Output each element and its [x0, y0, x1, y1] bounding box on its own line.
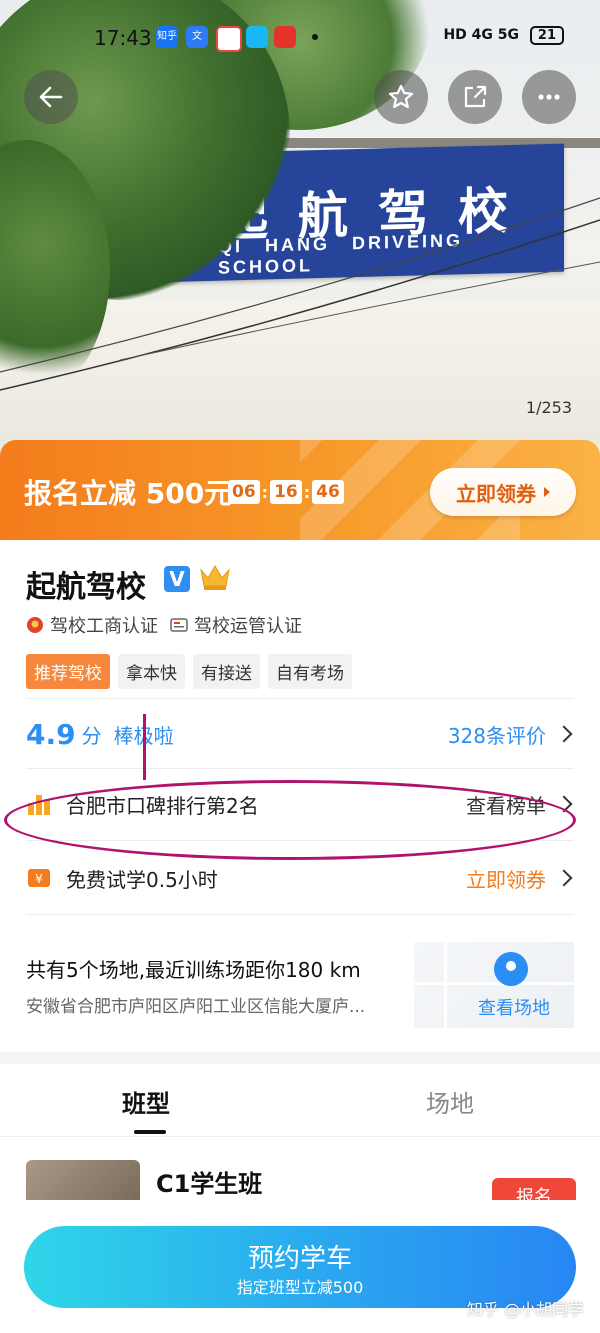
qq-app-icon [246, 26, 268, 48]
back-button[interactable] [24, 70, 78, 124]
course-name: C1学生班 [156, 1170, 263, 1198]
countdown-timer: 06 : 16 : 46 [228, 480, 344, 504]
coupon-icon: ¥ [28, 869, 50, 887]
divider [26, 768, 574, 769]
timer-minutes: 16 [270, 480, 302, 504]
status-bar: 17:43 知乎 文 HD 4G 5G 21 [0, 0, 600, 70]
battery-icon: 21 [529, 26, 564, 45]
book-lesson-sublabel: 指定班型立减500 [236, 1278, 364, 1297]
book-lesson-label: 预约学车 [247, 1244, 352, 1274]
annotation-line [143, 714, 146, 780]
claim-coupon-button[interactable]: 立即领券 [430, 468, 576, 516]
rating-row[interactable]: 4.9 分 棒极啦 328条评价 [26, 714, 574, 754]
app-icon: 文 [186, 26, 208, 48]
annotation-ellipse [4, 780, 576, 860]
venue-address: 安徽省合肥市庐阳区庐阳工业区信能大厦庐... [26, 997, 366, 1017]
status-time: 17:43 [94, 26, 152, 50]
share-button[interactable] [448, 70, 502, 124]
tag-fast-license: 拿本快 [118, 654, 185, 689]
transport-cert: 驾校运管认证 [170, 612, 302, 638]
claim-trial-link[interactable]: 立即领券 [466, 858, 574, 898]
arrow-left-icon [39, 86, 63, 108]
venue-section[interactable]: 共有5个场地,最近训练场距你180 km 安徽省合肥市庐阳区庐阳工业区信能大厦庐… [26, 942, 574, 1028]
emblem-icon [27, 617, 43, 633]
more-icon [538, 94, 560, 100]
favorite-button[interactable] [374, 70, 428, 124]
watermark: 知乎 @小胡同学 [466, 1300, 584, 1319]
business-cert: 驾校工商认证 [26, 612, 158, 638]
promo-prefix: 报名立减 [24, 477, 137, 510]
school-tags: 推荐驾校 拿本快 有接送 自有考场 [26, 654, 360, 689]
tag-pickup: 有接送 [193, 654, 260, 689]
browser-app-icon [216, 26, 242, 52]
zhihu-app-icon: 知乎 [156, 26, 178, 48]
section-gap [0, 1052, 600, 1064]
more-button[interactable] [522, 70, 576, 124]
reviews-count: 328条评价 [447, 723, 546, 748]
timer-hours: 06 [228, 480, 260, 504]
hero-photo[interactable]: 起航驾校 QI HANG DRIVEING SCHOOL 17:43 知乎 文 … [0, 0, 600, 460]
reviews-link[interactable]: 328条评价 [448, 714, 574, 754]
business-cert-label: 驾校工商认证 [50, 616, 158, 637]
music-app-icon [274, 26, 296, 48]
star-icon [388, 84, 414, 109]
rating-score: 4.9 [26, 717, 76, 751]
tab-venues[interactable]: 场地 [426, 1084, 474, 1119]
status-indicators: HD 4G 5G 21 [443, 26, 564, 45]
svg-text:¥: ¥ [35, 872, 43, 886]
view-venues-link[interactable]: 查看场地 [478, 994, 550, 1020]
caret-right-icon [544, 487, 550, 497]
tab-class-types[interactable]: 班型 [122, 1084, 170, 1119]
school-name: 起航驾校 [26, 570, 146, 605]
tag-own-test-site: 自有考场 [268, 654, 352, 689]
certificate-icon [170, 618, 188, 632]
verified-icon: V [164, 566, 190, 592]
timer-seconds: 46 [312, 480, 344, 504]
claim-coupon-label: 立即领券 [456, 481, 536, 506]
free-trial-row[interactable]: ¥ 免费试学0.5小时 立即领券 [26, 858, 574, 898]
certifications: 驾校工商认证 驾校运管认证 [26, 612, 314, 638]
share-icon [464, 85, 487, 108]
transport-cert-label: 驾校运管认证 [194, 616, 302, 637]
tab-bar: 班型 场地 [0, 1064, 600, 1137]
notification-dot [312, 34, 318, 40]
chevron-right-icon [555, 725, 573, 743]
venue-summary: 共有5个场地,最近训练场距你180 km [26, 958, 361, 982]
divider [26, 698, 574, 699]
rating-unit: 分 [81, 723, 102, 748]
location-pin-icon [494, 952, 528, 986]
crown-icon [200, 565, 230, 590]
claim-trial-label: 立即领券 [466, 867, 546, 892]
network-indicators: HD 4G 5G [443, 27, 520, 43]
chevron-right-icon [555, 869, 573, 887]
free-trial-text: 免费试学0.5小时 [66, 867, 218, 892]
photo-counter: 1/253 [525, 398, 572, 417]
promo-amount: 500元 [145, 477, 233, 510]
promo-title: 报名立减 500元 [24, 472, 232, 512]
promo-banner[interactable]: 报名立减 500元 06 : 16 : 46 立即领券 [0, 440, 600, 540]
tag-recommended: 推荐驾校 [26, 654, 110, 689]
divider [26, 914, 574, 915]
tab-indicator [134, 1130, 166, 1134]
